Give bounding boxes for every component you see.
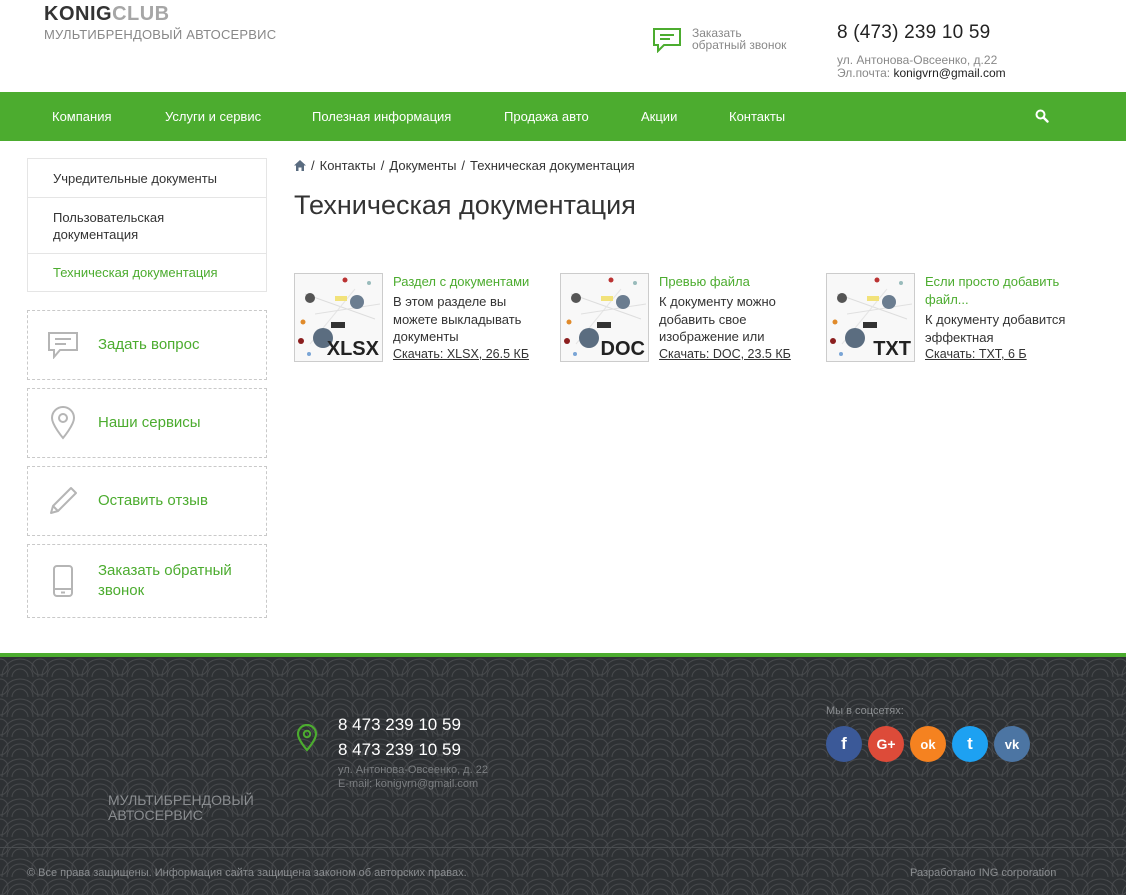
logo[interactable]: KONIGCLUB МУЛЬТИБРЕНДОВЫЙ АВТОСЕРВИС — [44, 3, 276, 42]
sidebar-item-user-docs[interactable]: Пользовательская документация — [28, 198, 266, 254]
phone-icon — [53, 565, 73, 597]
nav-item-cars[interactable]: Продажа авто — [504, 109, 589, 124]
pencil-icon — [50, 487, 77, 514]
developer-credit[interactable]: Разработано ING corporation — [910, 867, 1056, 879]
site-footer: МУЛЬТИБРЕНДОВЫЙ АВТОСЕРВИС 8 473 239 10 … — [0, 653, 1126, 895]
document-thumbnail[interactable]: TXT — [826, 273, 915, 362]
file-extension-label: DOC — [600, 338, 645, 360]
ask-question-widget[interactable]: Задать вопрос — [27, 310, 267, 380]
breadcrumb-documents[interactable]: Документы — [389, 158, 456, 173]
file-extension-label: XLSX — [326, 338, 379, 360]
logo-bold: KONIG — [44, 3, 113, 25]
social-label: Мы в соцсетях: — [826, 705, 904, 717]
search-icon[interactable] — [1035, 109, 1049, 123]
footer-divider — [0, 847, 1126, 848]
map-pin-icon — [50, 406, 76, 440]
copyright: © Все права защищены. Информация сайта з… — [27, 867, 467, 879]
sidebar-item-tech-docs[interactable]: Техническая документация — [28, 254, 266, 291]
chat-icon — [48, 332, 78, 359]
leave-review-label: Оставить отзыв — [98, 492, 208, 509]
vkontakte-icon[interactable]: vk — [994, 726, 1030, 762]
footer-phone-2[interactable]: 8 473 239 10 59 — [338, 740, 461, 760]
document-description: К документу добавится эффектная — [925, 312, 1066, 345]
breadcrumb-contacts[interactable]: Контакты — [320, 158, 376, 173]
breadcrumb-current: Техническая документация — [470, 158, 635, 173]
nav-item-promo[interactable]: Акции — [641, 109, 677, 124]
sidebar-item-founding-docs[interactable]: Учредительные документы — [28, 159, 266, 198]
footer-subtitle: МУЛЬТИБРЕНДОВЫЙ АВТОСЕРВИС — [108, 792, 254, 823]
document-download-link[interactable]: Скачать: TXT, 6 Б — [925, 346, 1075, 362]
map-pin-icon — [296, 724, 318, 752]
nav-item-contacts[interactable]: Контакты — [729, 109, 785, 124]
footer-contacts: ул. Антонова-Овсеенко, д. 22 E-mail: kon… — [338, 763, 488, 791]
document-thumbnail[interactable]: DOC — [560, 273, 649, 362]
main-nav: Компания Услуги и сервис Полезная информ… — [0, 92, 1126, 141]
home-icon[interactable] — [294, 160, 306, 171]
nav-item-info[interactable]: Полезная информация — [312, 109, 451, 124]
ask-question-label: Задать вопрос — [98, 336, 200, 353]
callback-line2: обратный звонок — [692, 38, 787, 52]
footer-wave-pattern — [0, 657, 1126, 895]
nav-item-company[interactable]: Компания — [52, 109, 112, 124]
sidebar-menu: Учредительные документы Пользовательская… — [27, 158, 267, 292]
chat-icon — [653, 28, 681, 53]
header-address-block: ул. Антонова-Овсеенко, д.22 Эл.почта: ko… — [837, 54, 1006, 80]
page-title: Техническая документация — [294, 190, 636, 220]
document-title[interactable]: Если просто добавить файл... — [925, 273, 1075, 309]
document-title[interactable]: Раздел с документами — [393, 273, 543, 291]
facebook-icon[interactable]: f — [826, 726, 862, 762]
site-header: KONIGCLUB МУЛЬТИБРЕНДОВЫЙ АВТОСЕРВИС Зак… — [0, 0, 1126, 92]
footer-phone-1[interactable]: 8 473 239 10 59 — [338, 715, 461, 735]
our-services-widget[interactable]: Наши сервисы — [27, 388, 267, 458]
document-thumbnail[interactable]: XLSX — [294, 273, 383, 362]
nav-item-services[interactable]: Услуги и сервис — [165, 109, 261, 124]
document-download-link[interactable]: Скачать: XLSX, 26.5 КБ — [393, 346, 543, 362]
header-phone[interactable]: 8 (473) 239 10 59 — [837, 22, 990, 44]
footer-email[interactable]: E-mail: konigvrn@gmail.com — [338, 777, 488, 791]
document-description: К документу можно добавить свое изображе… — [659, 294, 776, 344]
logo-subtitle: МУЛЬТИБРЕНДОВЫЙ АВТОСЕРВИС — [44, 27, 277, 42]
footer-address: ул. Антонова-Овсеенко, д. 22 — [338, 764, 488, 776]
callback-link[interactable]: Заказать обратный звонок — [652, 27, 786, 53]
document-download-link[interactable]: Скачать: DOC, 23.5 КБ — [659, 346, 809, 362]
leave-review-widget[interactable]: Оставить отзыв — [27, 466, 267, 536]
our-services-label: Наши сервисы — [98, 414, 201, 431]
twitter-icon[interactable]: t — [952, 726, 988, 762]
logo-light: CLUB — [112, 3, 170, 25]
breadcrumb: / Контакты / Документы / Техническая док… — [294, 158, 635, 173]
document-description: В этом разделе вы можете выкладывать док… — [393, 294, 522, 344]
google-plus-icon[interactable]: G+ — [868, 726, 904, 762]
file-extension-label: TXT — [873, 338, 911, 360]
email-label: Эл.почта: — [837, 66, 891, 80]
request-call-label: Заказать обратный звонок — [98, 562, 232, 599]
document-title[interactable]: Превью файла — [659, 273, 809, 291]
header-email[interactable]: konigvrn@gmail.com — [893, 66, 1005, 80]
odnoklassniki-icon[interactable]: ok — [910, 726, 946, 762]
request-call-widget[interactable]: Заказать обратный звонок — [27, 544, 267, 618]
